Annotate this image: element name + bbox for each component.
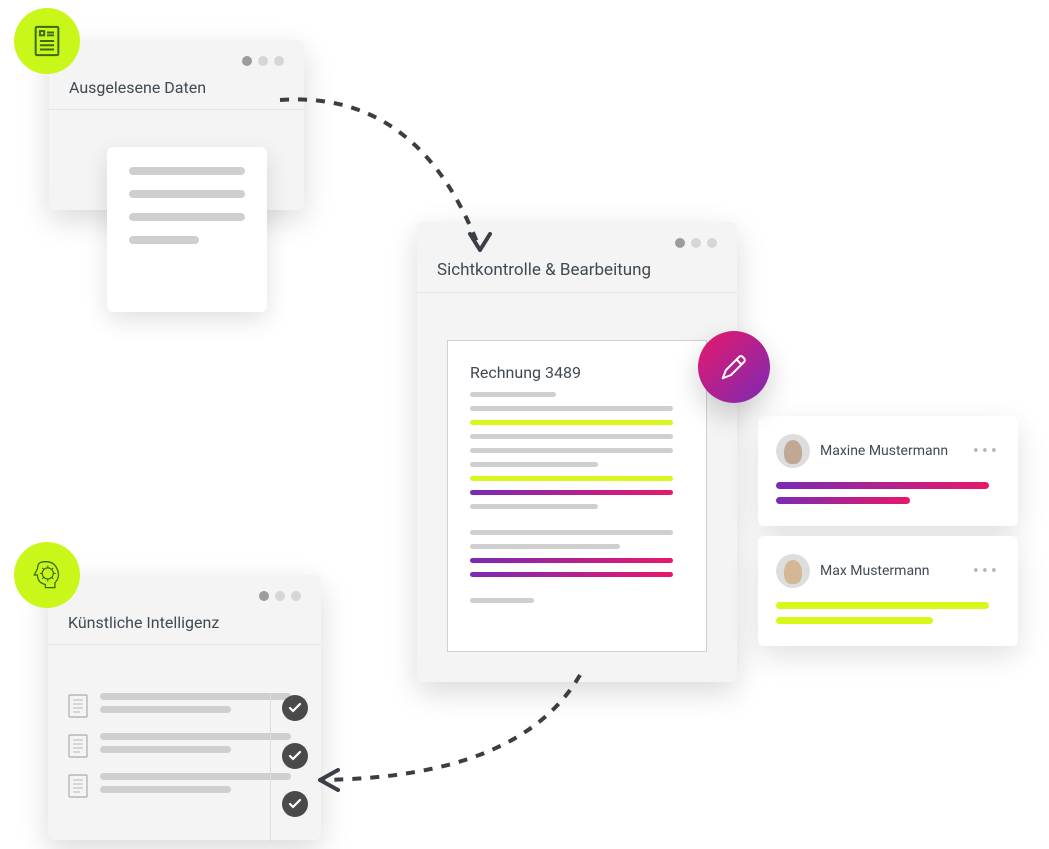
document-preview: Rechnung 3489 bbox=[447, 340, 707, 652]
comment-author: Max Mustermann bbox=[820, 563, 930, 579]
check-icon bbox=[282, 791, 308, 817]
pencil-icon bbox=[719, 352, 749, 382]
comment-card-2: Max Mustermann ••• bbox=[758, 536, 1018, 646]
window-dots bbox=[259, 591, 301, 601]
avatar bbox=[776, 554, 810, 588]
document-badge bbox=[14, 8, 80, 74]
document-icon bbox=[30, 24, 64, 58]
more-icon[interactable]: ••• bbox=[973, 441, 1000, 462]
edit-button[interactable] bbox=[698, 331, 770, 403]
card-title: Sichtkontrolle & Bearbeitung bbox=[437, 260, 717, 280]
ai-badge bbox=[14, 542, 80, 608]
avatar bbox=[776, 434, 810, 468]
check-icon bbox=[282, 695, 308, 721]
page-icon bbox=[68, 734, 88, 758]
comment-author: Maxine Mustermann bbox=[820, 443, 948, 459]
card-title: Ausgelesene Daten bbox=[69, 78, 284, 97]
ai-head-icon bbox=[28, 556, 66, 594]
document-title: Rechnung 3489 bbox=[470, 363, 684, 382]
window-dots bbox=[242, 56, 284, 66]
page-icon bbox=[68, 774, 88, 798]
page-icon bbox=[68, 694, 88, 718]
ai-list-row bbox=[68, 733, 301, 759]
ai-list-row bbox=[68, 693, 301, 719]
check-icon bbox=[282, 743, 308, 769]
window-dots bbox=[675, 238, 717, 248]
review-card: Sichtkontrolle & Bearbeitung Rechnung 34… bbox=[417, 222, 737, 682]
ai-card: Künstliche Intelligenz bbox=[48, 575, 321, 840]
more-icon[interactable]: ••• bbox=[973, 561, 1000, 582]
ai-list-row bbox=[68, 773, 301, 799]
data-sheet bbox=[107, 147, 267, 312]
comment-card-1: Maxine Mustermann ••• bbox=[758, 416, 1018, 526]
card-title: Künstliche Intelligenz bbox=[68, 613, 301, 632]
